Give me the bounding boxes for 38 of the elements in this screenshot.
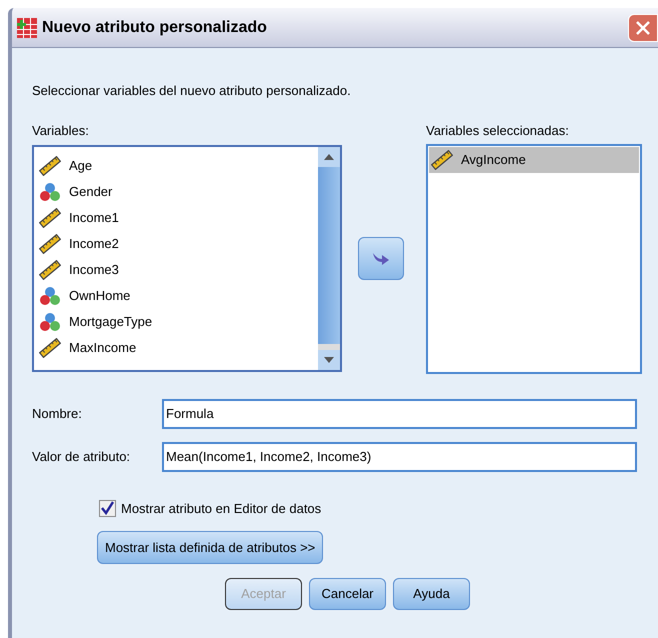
list-item[interactable]: MortgageType [37, 308, 318, 334]
list-item[interactable]: AvgIncome [429, 146, 639, 172]
scrollbar[interactable] [318, 146, 340, 370]
attribute-value-label: Valor de atributo: [32, 448, 132, 466]
close-button[interactable] [628, 14, 658, 42]
attribute-value-field[interactable]: Mean(Income1, Income2, Income3) [162, 442, 637, 472]
instruction-text: Seleccionar variables del nuevo atributo personalizado. [32, 82, 352, 100]
window-title: Nuevo atributo personalizado [42, 18, 267, 38]
checkbox[interactable] [99, 500, 116, 517]
scroll-up-button[interactable] [318, 146, 340, 166]
close-icon [635, 20, 651, 36]
selected-variables-label: Variables seleccionadas: [426, 122, 570, 136]
down-arrow-icon [324, 356, 334, 362]
check-icon [100, 500, 115, 516]
table-icon [16, 16, 38, 38]
circles-icon [39, 286, 61, 306]
variables-label: Variables: [32, 122, 90, 136]
selected-variables-list[interactable]: AvgIncome [426, 144, 642, 374]
list-item[interactable]: Income1 [37, 204, 318, 230]
name-field[interactable]: Formula [162, 398, 637, 428]
dialog-button[interactable]: Ayuda [393, 578, 470, 610]
name-label: Nombre: [32, 404, 83, 423]
list-item[interactable]: Age [37, 152, 318, 178]
dialog-button[interactable]: Cancelar [309, 578, 386, 610]
list-item[interactable]: Gender [37, 178, 318, 204]
list-item[interactable]: Income3 [37, 256, 318, 282]
variables-list[interactable]: Age Gender Income1 Income2 Income3 OwnHome MortgageType MaxIncome [32, 144, 342, 372]
scroll-thumb[interactable] [318, 166, 340, 350]
show-list-button[interactable]: Mostrar lista definida de atributos >> [97, 531, 324, 564]
circles-icon [39, 182, 61, 202]
scroll-down-button[interactable] [318, 350, 340, 370]
checkbox-label: Mostrar atributo en Editor de datos [121, 500, 322, 518]
list-item[interactable]: Income2 [37, 230, 318, 256]
move-button[interactable] [358, 236, 404, 280]
list-item[interactable]: OwnHome [37, 282, 318, 308]
circles-icon [39, 312, 61, 332]
list-item[interactable]: MaxIncome [37, 334, 318, 360]
up-arrow-icon [324, 154, 334, 160]
